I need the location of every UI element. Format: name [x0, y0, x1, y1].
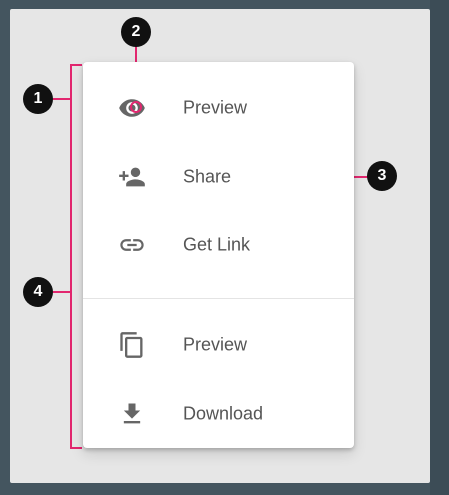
menu-item-get-link[interactable]: Get Link — [83, 215, 354, 275]
callout-1: 1 — [23, 84, 53, 114]
bracket-vertical-line — [70, 64, 72, 449]
overflow-menu: Preview Share Get Link Preview Download — [83, 62, 354, 448]
menu-item-share[interactable]: Share — [83, 147, 354, 207]
bracket-top-tick — [70, 64, 82, 66]
menu-item-label: Preview — [183, 334, 248, 355]
callout-4-leader — [53, 291, 71, 293]
bracket-bottom-tick — [70, 447, 82, 449]
menu-item-download[interactable]: Download — [83, 384, 354, 444]
diagram-frame: 1 2 3 4 Preview Share Get Link Preview D… — [10, 9, 430, 483]
menu-item-label: Share — [183, 166, 232, 187]
menu-divider — [83, 298, 354, 299]
person-add-icon — [118, 163, 146, 191]
callout-2: 2 — [121, 17, 151, 47]
callout-3: 3 — [367, 161, 397, 191]
callout-2-anchor — [130, 101, 142, 113]
callout-1-leader — [53, 98, 71, 100]
download-icon — [118, 400, 146, 428]
copy-icon — [118, 331, 146, 359]
menu-item-copy-preview[interactable]: Preview — [83, 315, 354, 375]
menu-item-label: Preview — [183, 97, 248, 118]
link-icon — [118, 231, 146, 259]
menu-item-label: Download — [183, 403, 264, 424]
window-edge — [430, 0, 449, 495]
menu-item-preview[interactable]: Preview — [83, 78, 354, 138]
callout-4: 4 — [23, 277, 53, 307]
menu-item-label: Get Link — [183, 234, 251, 255]
